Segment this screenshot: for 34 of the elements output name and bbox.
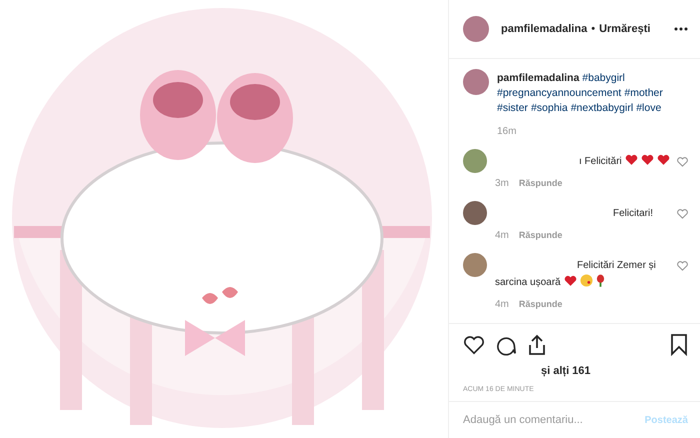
likes-count[interactable]: și alți 161: [541, 365, 688, 377]
comment-time: 3m: [495, 178, 509, 189]
separator-dot: •: [591, 23, 596, 35]
avatar[interactable]: [463, 201, 487, 225]
comment-text: Felicitări Zemer și sarcina ușoară: [495, 259, 657, 290]
username[interactable]: pamfilemadalina: [501, 23, 588, 35]
bookmark-icon[interactable]: [670, 334, 688, 356]
following-label[interactable]: Urmărești: [599, 23, 650, 35]
more-options-icon[interactable]: [674, 27, 688, 31]
hashtag-link[interactable]: #love: [636, 101, 662, 116]
hashtag-link[interactable]: #mother: [624, 86, 663, 101]
comment-time: 4m: [495, 230, 509, 241]
comment-text: ı Felicitări: [495, 153, 670, 170]
hashtag-link[interactable]: #babygirl: [582, 71, 625, 86]
hashtag-link[interactable]: #sophia: [530, 101, 568, 116]
rose-emoji-icon: [596, 274, 605, 287]
comment-text: Felicitari!: [612, 207, 654, 221]
avatar[interactable]: [463, 149, 487, 173]
avatar[interactable]: [463, 16, 489, 42]
caption-username[interactable]: pamfilemadalina: [497, 71, 580, 86]
caption-time: 16m: [497, 126, 518, 137]
heart-emoji-icon: [640, 154, 654, 166]
face-emoji-icon: [580, 274, 593, 287]
heart-icon[interactable]: [463, 335, 485, 355]
hashtag-link[interactable]: #pregnancyannouncement: [497, 86, 622, 101]
share-icon[interactable]: [527, 334, 547, 356]
hashtag-link[interactable]: #nextbabygirl: [570, 101, 634, 116]
hashtag-link[interactable]: #sister: [497, 101, 528, 116]
heart-emoji-icon: [624, 154, 638, 166]
heart-emoji-icon: [656, 154, 670, 166]
comment-time: 4m: [495, 299, 509, 310]
avatar[interactable]: [463, 253, 487, 277]
heart-emoji-icon: [564, 275, 577, 287]
avatar[interactable]: [463, 69, 489, 95]
